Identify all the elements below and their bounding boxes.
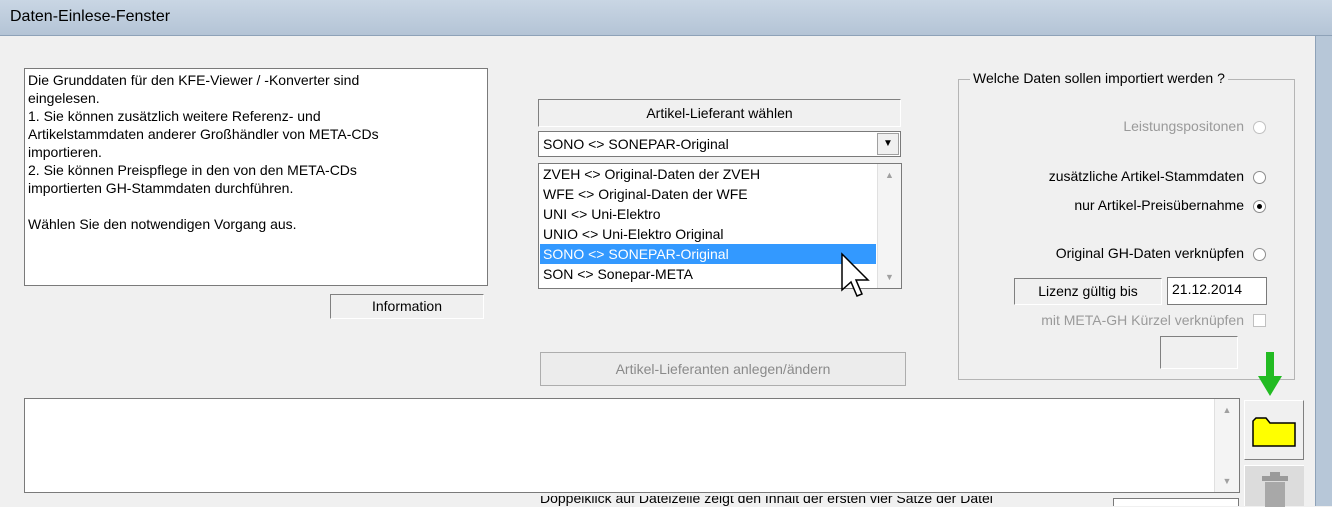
license-label: Lizenz gültig bis bbox=[1014, 278, 1162, 305]
dropdown-option-selected[interactable]: SONO <> SONEPAR-Original bbox=[540, 244, 876, 264]
manage-suppliers-button[interactable]: Artikel-Lieferanten anlegen/ändern bbox=[540, 352, 906, 386]
supplier-combobox[interactable]: SONO <> SONEPAR-Original ▼ bbox=[538, 131, 901, 157]
folder-icon bbox=[1252, 417, 1296, 447]
information-label: Information bbox=[330, 294, 484, 319]
scroll-up-icon[interactable]: ▲ bbox=[1215, 405, 1239, 415]
dropdown-scrollbar[interactable]: ▲ ▼ bbox=[877, 164, 901, 288]
supplier-header-label: Artikel-Lieferant wählen bbox=[538, 99, 901, 127]
open-folder-button[interactable] bbox=[1244, 400, 1304, 460]
import-group-title: Welche Daten sollen importiert werden ? bbox=[970, 70, 1228, 86]
mouse-cursor-icon bbox=[841, 252, 870, 297]
option-label-leistungspositionen: Leistungspositonen bbox=[1123, 118, 1244, 134]
scroll-up-icon[interactable]: ▲ bbox=[878, 170, 901, 180]
delete-button[interactable] bbox=[1244, 465, 1304, 507]
dropdown-option[interactable]: SON <> Sonepar-META bbox=[540, 264, 876, 284]
window-right-border bbox=[1315, 36, 1332, 506]
scroll-down-icon[interactable]: ▼ bbox=[878, 272, 901, 282]
trash-icon bbox=[1262, 472, 1288, 507]
radio-dot bbox=[1257, 204, 1262, 209]
file-type-combobox[interactable] bbox=[1113, 498, 1239, 506]
dropdown-option[interactable]: UNI <> Uni-Elektro bbox=[540, 204, 876, 224]
option-label-preisuebernahme: nur Artikel-Preisübernahme bbox=[1074, 197, 1244, 213]
title-bar: Daten-Einlese-Fenster bbox=[0, 0, 1332, 36]
window-title: Daten-Einlese-Fenster bbox=[10, 8, 171, 25]
file-content-box[interactable] bbox=[24, 398, 1240, 493]
scroll-down-icon[interactable]: ▼ bbox=[1215, 476, 1239, 486]
dropdown-option[interactable]: UNIO <> Uni-Elektro Original bbox=[540, 224, 876, 244]
chevron-down-icon[interactable]: ▼ bbox=[877, 133, 899, 155]
license-date-field[interactable]: 21.12.2014 bbox=[1167, 277, 1267, 305]
arrow-down-icon bbox=[1258, 352, 1282, 396]
file-content-scrollbar[interactable]: ▲ ▼ bbox=[1214, 399, 1239, 492]
file-hint-label: Doppelklick auf Dateizeile zeigt den Inh… bbox=[540, 496, 993, 506]
option-label-gh-daten: Original GH-Daten verknüpfen bbox=[1055, 245, 1244, 261]
supplier-combobox-value: SONO <> SONEPAR-Original bbox=[543, 136, 729, 152]
meta-link-label: mit META-GH Kürzel verknüpfen bbox=[1041, 312, 1244, 328]
radio-leistungspositionen[interactable] bbox=[1253, 121, 1266, 134]
info-textbox: Die Grunddaten für den KFE-Viewer / -Kon… bbox=[24, 68, 488, 286]
radio-gh-daten[interactable] bbox=[1253, 248, 1266, 261]
radio-preisuebernahme[interactable] bbox=[1253, 200, 1266, 213]
option-label-artikel-stammdaten: zusätzliche Artikel-Stammdaten bbox=[1048, 168, 1244, 184]
radio-artikel-stammdaten[interactable] bbox=[1253, 171, 1266, 184]
dropdown-option[interactable]: WFE <> Original-Daten der WFE bbox=[540, 184, 876, 204]
meta-link-checkbox[interactable] bbox=[1253, 314, 1266, 327]
meta-code-field[interactable] bbox=[1160, 336, 1238, 369]
dropdown-option[interactable]: ZVEH <> Original-Daten der ZVEH bbox=[540, 164, 876, 184]
